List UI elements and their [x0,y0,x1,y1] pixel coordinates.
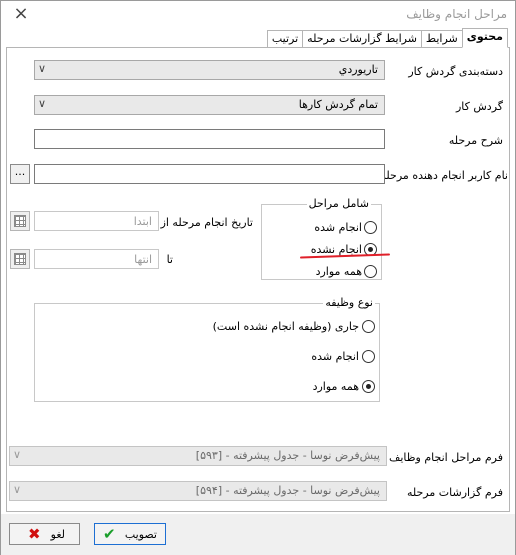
approve-button-label: تصویب [124,528,157,541]
tab-order[interactable]: ترتیب [266,30,304,48]
task-type-current-radio[interactable] [362,320,375,333]
report-form-label: فرم گزارشات مرحله [406,486,503,499]
workflow-value: تمام گردش کارها [298,98,378,111]
category-select[interactable]: تاریوردي ∨ [34,60,385,80]
tab-conditions[interactable]: شرایط [420,30,463,48]
cancel-button-label: لغو [50,528,65,541]
report-form-value: پیش‌فرض نوسا - جدول پیشرفته - [۵۹۴] [195,484,380,497]
stages-option-all-label: همه موارد [315,265,362,278]
stage-description-input[interactable] [34,129,385,149]
task-type-done-radio[interactable] [362,350,375,363]
calendar-icon[interactable] [10,211,30,231]
task-type-group: نوع وظیفه جاری (وظیفه انجام نشده است) ان… [34,296,380,402]
performer-user-label: نام کاربر انجام دهنده مرحله [380,169,508,182]
workflow-label: گردش کار [455,100,503,113]
workflow-select[interactable]: تمام گردش کارها ∨ [34,95,385,115]
title-bar: مراحل انجام وظایف × [1,1,515,29]
window-title: مراحل انجام وظایف [406,7,507,21]
stage-description-label: شرح مرحله [448,134,503,147]
task-form-value: پیش‌فرض نوسا - جدول پیشرفته - [۵۹۳] [195,449,380,462]
date-from-label: تاریخ انجام مرحله از [160,216,253,229]
tab-panel: دسته‌بندی گردش کار تاریوردي ∨ گردش کار ت… [6,47,510,512]
cancel-x-icon: ✖ [28,525,41,543]
stages-group: شامل مراحل انجام شده انجام نشده همه موار… [261,197,382,280]
date-from-placeholder: ابتدا [133,215,152,228]
stages-option-done-label: انجام شده [314,221,362,234]
task-type-all-radio[interactable] [362,380,375,393]
cancel-button[interactable]: ✖ لغو [9,523,80,545]
browse-user-button[interactable]: ... [10,164,30,184]
chevron-down-icon: ∨ [13,448,22,461]
approve-button[interactable]: ✔ تصویب [94,523,166,545]
chevron-down-icon: ∨ [13,483,22,496]
dialog-window: مراحل انجام وظایف × محتوی شرایط شرایط گز… [0,0,516,555]
task-form-select[interactable]: پیش‌فرض نوسا - جدول پیشرفته - [۵۹۳] ∨ [9,446,387,466]
task-type-current-label: جاری (وظیفه انجام نشده است) [212,320,359,333]
category-value: تاریوردي [338,63,378,76]
date-to-placeholder: انتها [134,253,152,266]
category-label: دسته‌بندی گردش کار [408,65,503,78]
checkmark-icon: ✔ [103,525,116,543]
report-form-select[interactable]: پیش‌فرض نوسا - جدول پیشرفته - [۵۹۴] ∨ [9,481,387,501]
calendar-icon[interactable] [10,249,30,269]
task-form-label: فرم مراحل انجام وظایف [388,451,503,464]
date-to-input[interactable]: انتها [34,249,159,269]
close-icon[interactable]: × [11,3,31,24]
dialog-footer: ✔ تصویب ✖ لغو [1,514,515,555]
chevron-down-icon: ∨ [38,62,47,75]
date-to-label: تا [166,253,173,266]
tab-content[interactable]: محتوی [461,28,508,48]
tab-stage-report-conditions[interactable]: شرایط گزارشات مرحله [302,30,422,48]
task-type-group-title: نوع وظیفه [323,296,375,309]
date-from-input[interactable]: ابتدا [34,211,159,231]
chevron-down-icon: ∨ [38,97,47,110]
task-type-done-label: انجام شده [311,350,359,363]
stages-option-all-radio[interactable] [364,265,377,278]
stages-group-title: شامل مراحل [306,197,371,210]
task-type-all-label: همه موارد [312,380,359,393]
stages-option-done-radio[interactable] [364,221,377,234]
tab-strip: محتوی شرایط شرایط گزارشات مرحله ترتیب [266,28,508,48]
performer-user-input[interactable] [34,164,385,184]
